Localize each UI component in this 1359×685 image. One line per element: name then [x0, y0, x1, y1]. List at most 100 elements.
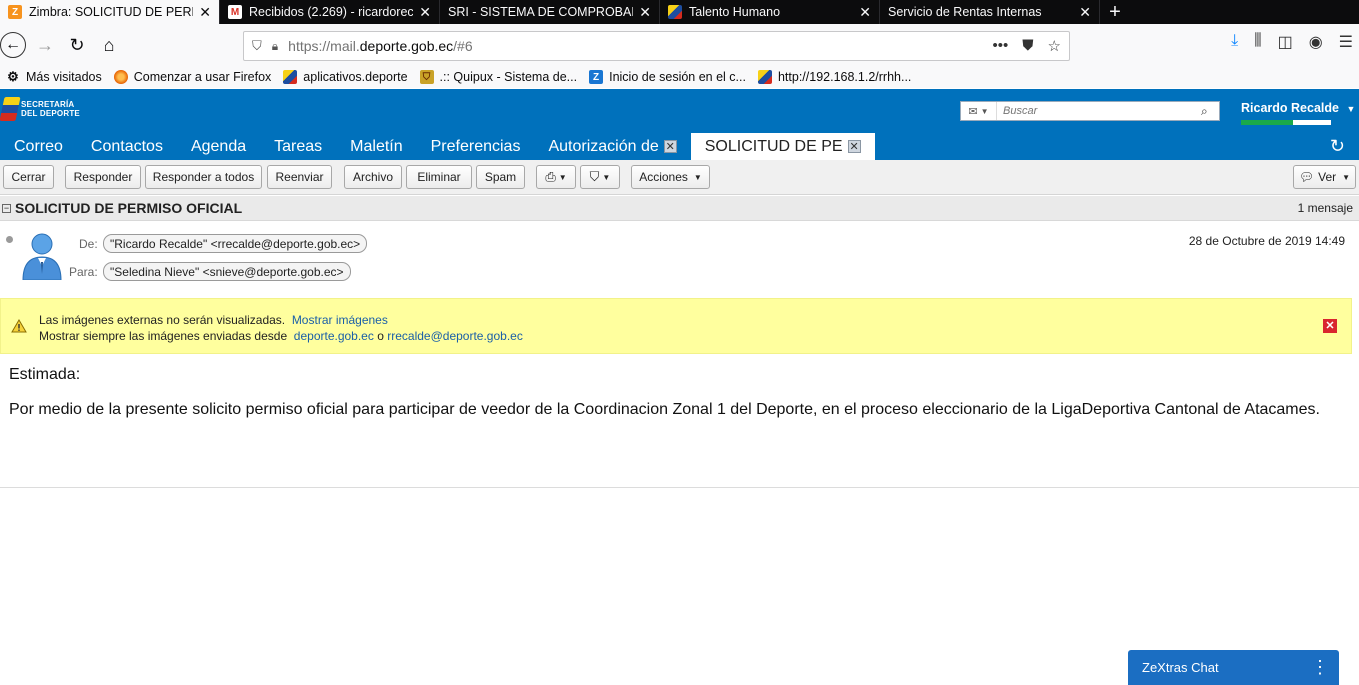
refresh-icon[interactable]: ↻ [1330, 136, 1345, 157]
forward-button[interactable]: Reenviar [267, 165, 332, 189]
search-box: ✉▼ ⌕ [960, 101, 1220, 121]
warning-text: Mostrar siempre las imágenes enviadas de… [39, 329, 288, 343]
bookmark-item[interactable]: Z Inicio de sesión en el c... [589, 70, 746, 84]
message-header: De: "Ricardo Recalde" <rrecalde@deporte.… [0, 222, 1359, 298]
delete-button[interactable]: Eliminar [406, 165, 472, 189]
to-address[interactable]: "Seledina Nieve" <snieve@deporte.gob.ec> [103, 262, 351, 281]
show-images-link[interactable]: Mostrar imágenes [292, 313, 388, 327]
close-icon[interactable]: ✕ [1079, 4, 1091, 21]
avatar [22, 233, 62, 280]
tab-label: SOLICITUD DE PE [704, 137, 843, 155]
url-prefix: https://mail. [288, 38, 360, 54]
tag-icon: ⛉ [589, 169, 600, 184]
print-button[interactable]: ⎙ ▼ [536, 165, 576, 189]
url-text: https://mail.deporte.gob.ec/#6 [288, 38, 472, 54]
logo-mark [0, 97, 21, 121]
bookmark-item[interactable]: Comenzar a usar Firefox [113, 70, 271, 84]
menu-icon[interactable]: ☰ [1339, 32, 1353, 52]
quota-fill [1241, 120, 1294, 125]
logo-text: SECRETARÍA DEL DEPORTE [21, 100, 80, 118]
tab-title: Recibidos (2.269) - ricardorecalde [249, 5, 414, 19]
search-type-dropdown[interactable]: ✉ ▼ [961, 102, 997, 120]
more-actions-icon[interactable]: ••• [993, 37, 1009, 55]
tab-contactos[interactable]: Contactos [77, 133, 177, 160]
read-status-icon[interactable] [6, 236, 13, 243]
url-suffix: /#6 [453, 38, 473, 54]
warning-text: Las imágenes externas no serán visualiza… [39, 313, 286, 327]
archive-button[interactable]: Archivo [344, 165, 402, 189]
close-icon[interactable]: ✕ [199, 4, 211, 21]
bookmark-star-icon[interactable]: ☆ [1048, 37, 1061, 55]
tab-maletin[interactable]: Maletín [336, 133, 416, 160]
browser-tab-rentas[interactable]: Servicio de Rentas Internas ✕ [880, 0, 1100, 24]
browser-tab-zimbra[interactable]: Z Zimbra: SOLICITUD DE PERMISO ✕ [0, 0, 220, 24]
bookmark-item[interactable]: ⛉ .:: Quipux - Sistema de... [419, 70, 577, 84]
close-icon[interactable]: ✕ [639, 4, 651, 21]
home-button[interactable]: ⌂ [94, 30, 124, 60]
back-button[interactable]: ← [0, 32, 26, 58]
actions-button[interactable]: Acciones ▼ [631, 165, 710, 189]
zextras-chat-widget[interactable]: ZeXtras Chat ⋮ [1128, 650, 1339, 685]
conversation-subject: SOLICITUD DE PERMISO OFICIAL [15, 200, 243, 216]
bookmark-item[interactable]: aplicativos.deporte [283, 70, 408, 84]
url-bar[interactable]: ⛉ 🔒︎ https://mail.deporte.gob.ec/#6 ••• … [243, 31, 1070, 61]
chevron-down-icon: ▼ [693, 172, 702, 182]
download-icon[interactable]: ⤓ [1231, 32, 1238, 52]
always-show-domain-link[interactable]: deporte.gob.ec [294, 329, 374, 343]
message-count: 1 mensaje [1297, 201, 1353, 215]
tag-button[interactable]: ⛉ ▼ [580, 165, 620, 189]
close-icon[interactable]: ✕ [859, 4, 871, 21]
bookmark-label: aplicativos.deporte [303, 70, 408, 84]
shield-icon[interactable]: ⛉ [252, 38, 262, 54]
browser-tab-sri[interactable]: SRI - SISTEMA DE COMPROBANTES ✕ [440, 0, 660, 24]
always-show-sender-link[interactable]: rrecalde@deporte.gob.ec [387, 329, 523, 343]
gear-icon: ⚙ [7, 69, 19, 84]
firefox-icon [113, 70, 128, 84]
tab-title: Servicio de Rentas Internas [888, 5, 1042, 19]
forward-button[interactable]: → [30, 30, 60, 60]
secretaria-deporte-logo[interactable]: SECRETARÍA DEL DEPORTE [0, 97, 80, 121]
spam-button[interactable]: Spam [476, 165, 525, 189]
logo-line-1: SECRETARÍA [21, 100, 75, 109]
reply-button[interactable]: Responder [65, 165, 141, 189]
user-menu[interactable]: Ricardo Recalde ▼ [1241, 101, 1355, 115]
close-icon[interactable]: ✕ [663, 140, 677, 153]
view-button[interactable]: 💬︎ Ver ▼ [1293, 165, 1356, 189]
search-icon[interactable]: ⌕ [1201, 104, 1219, 119]
reply-all-button[interactable]: Responder a todos [145, 165, 262, 189]
pocket-icon[interactable]: ⛊ [1022, 37, 1033, 55]
tab-preferencias[interactable]: Preferencias [417, 133, 535, 160]
sidebar-icon[interactable]: ◫ [1278, 32, 1293, 52]
reload-button[interactable]: ↻ [62, 30, 92, 60]
browser-tab-talento[interactable]: Talento Humano ✕ [660, 0, 880, 24]
tab-solicitud[interactable]: SOLICITUD DE PE ✕ [690, 133, 875, 160]
message-date: 28 de Octubre de 2019 14:49 [1188, 234, 1345, 248]
tab-agenda[interactable]: Agenda [177, 133, 260, 160]
to-label: Para: [69, 265, 98, 279]
close-button[interactable]: Cerrar [3, 165, 54, 189]
collapse-icon[interactable]: − [2, 203, 11, 213]
close-icon[interactable]: ✕ [847, 140, 861, 153]
kebab-menu-icon[interactable]: ⋮ [1311, 656, 1329, 678]
tab-correo[interactable]: Correo [0, 133, 77, 160]
close-icon[interactable]: ✕ [419, 4, 431, 21]
close-warning-icon[interactable]: ✕ [1323, 319, 1337, 333]
library-icon[interactable]: ⫼ [1254, 32, 1261, 52]
browser-tab-strip: Z Zimbra: SOLICITUD DE PERMISO ✕ M Recib… [0, 0, 1359, 24]
from-address[interactable]: "Ricardo Recalde" <rrecalde@deporte.gob.… [103, 234, 368, 253]
shield-icon: ⛉ [419, 70, 434, 84]
navigation-bar: ← → ↻ ⌂ ⛉ 🔒︎ https://mail.deporte.gob.ec… [0, 24, 1359, 66]
lock-icon[interactable]: 🔒︎ [272, 39, 278, 54]
tab-tareas[interactable]: Tareas [260, 133, 336, 160]
body-greeting: Estimada: [9, 366, 81, 383]
speech-bubble-icon: 💬︎ [1298, 170, 1315, 184]
browser-tab-gmail[interactable]: M Recibidos (2.269) - ricardorecalde ✕ [220, 0, 440, 24]
search-input[interactable] [997, 105, 1201, 117]
new-tab-button[interactable]: + [1100, 0, 1130, 24]
tab-autorizacion[interactable]: Autorización de ✕ [534, 133, 690, 160]
tab-label: Autorización de [548, 137, 659, 155]
conversation-header: − SOLICITUD DE PERMISO OFICIAL 1 mensaje [0, 196, 1359, 221]
bookmark-item[interactable]: http://192.168.1.2/rrhh... [757, 70, 911, 84]
account-icon[interactable]: ◉ [1309, 32, 1323, 52]
bookmark-item[interactable]: ⚙ Más visitados [6, 69, 102, 84]
